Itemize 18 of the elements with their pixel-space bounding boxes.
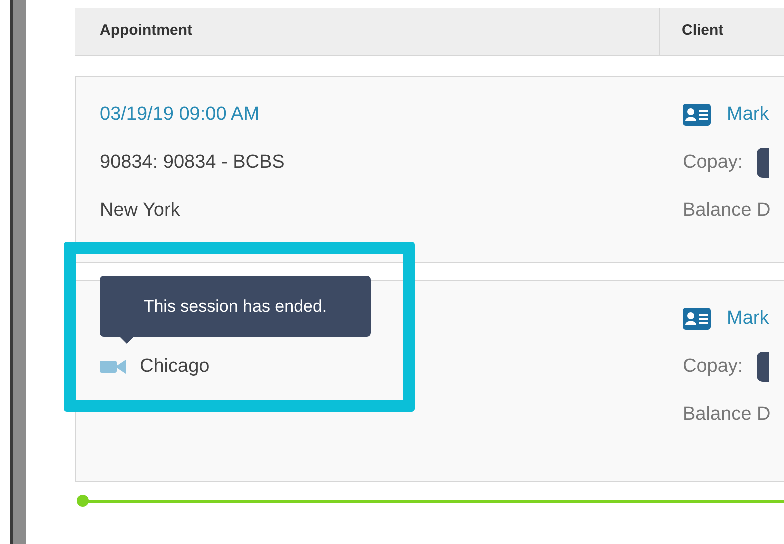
client-name-link[interactable]: Mark (727, 100, 770, 130)
contact-card-icon (683, 104, 711, 126)
balance-label: Balance D (683, 402, 771, 427)
copay-badge (757, 148, 770, 178)
column-header: Client (682, 21, 724, 42)
copay-label: Copay: (683, 354, 744, 379)
location-text: New York (100, 198, 180, 223)
service-code: 90834: 90834 - BCBS (100, 150, 285, 175)
location-text: Chicago (140, 354, 210, 379)
column-header: Appointment (100, 21, 192, 42)
appointment-time-link[interactable]: 03/19/19 09:00 AM (100, 100, 260, 130)
client-name-link[interactable]: Mark (727, 304, 770, 334)
copay-badge (757, 352, 770, 382)
contact-card-icon (683, 308, 711, 330)
balance-label: Balance D (683, 198, 771, 223)
tooltip: This session has ended. (100, 276, 371, 337)
tooltip-pointer (120, 337, 134, 344)
copay-label: Copay: (683, 150, 744, 175)
